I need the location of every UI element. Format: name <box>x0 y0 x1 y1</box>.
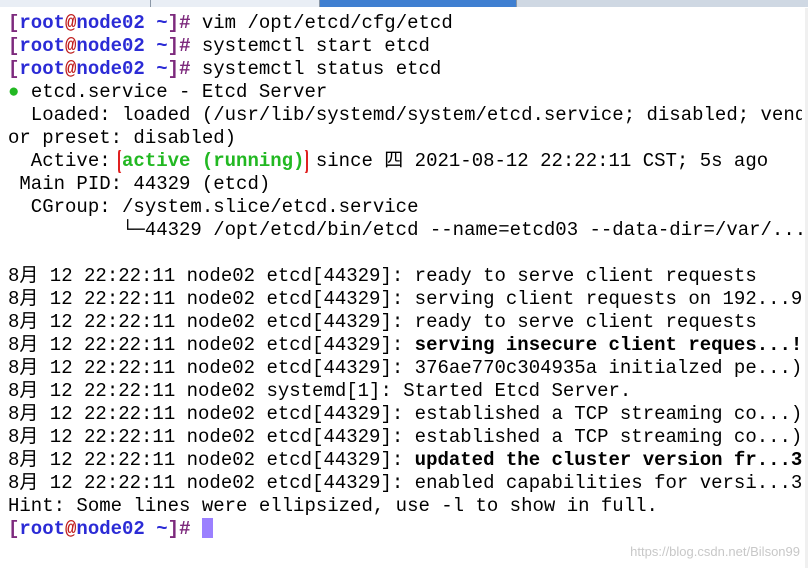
status-dot-icon: ● <box>8 81 20 103</box>
text-cursor <box>201 518 213 538</box>
command-line: [root@node02 ~]# systemctl status etcd <box>8 58 442 80</box>
service-mainpid: Main PID: 44329 (etcd) <box>8 173 271 195</box>
terminal-tab-1[interactable] <box>0 0 151 7</box>
current-prompt-line[interactable]: [root@node02 ~]# <box>8 518 802 541</box>
command-text: vim /opt/etcd/cfg/etcd <box>201 12 453 34</box>
log-line: 8月 12 22:22:11 node02 systemd[1]: Starte… <box>8 380 632 402</box>
log-line: 8月 12 22:22:11 node02 etcd[44329]: enabl… <box>8 472 802 494</box>
command-line: [root@node02 ~]# systemctl start etcd <box>8 35 430 57</box>
command-text: systemctl status etcd <box>201 58 442 80</box>
log-line: 8月 12 22:22:11 node02 etcd[44329]: estab… <box>8 426 802 448</box>
log-line: 8月 12 22:22:11 node02 etcd[44329]: ready… <box>8 311 757 333</box>
log-line: 8月 12 22:22:11 node02 etcd[44329]: ready… <box>8 265 757 287</box>
log-line: 8月 12 22:22:11 node02 etcd[44329]: servi… <box>8 334 802 356</box>
command-line: [root@node02 ~]# vim /opt/etcd/cfg/etcd <box>8 12 453 34</box>
hint-line: Hint: Some lines were ellipsized, use -l… <box>8 495 658 517</box>
service-cgroup: CGroup: /system.slice/etcd.service <box>8 196 419 218</box>
command-text: systemctl start etcd <box>201 35 430 57</box>
terminal-tab-bar <box>0 0 808 7</box>
terminal-tab-active[interactable] <box>320 0 517 7</box>
log-line: 8月 12 22:22:11 node02 etcd[44329]: estab… <box>8 403 802 425</box>
watermark: https://blog.csdn.net/Bilson99 <box>630 544 800 559</box>
active-status-highlight: active (running) <box>118 150 309 173</box>
service-loaded-wrap: or preset: disabled) <box>8 127 237 149</box>
service-active: Active: active (running) since 四 2021-08… <box>8 150 769 173</box>
log-line: 8月 12 22:22:11 node02 etcd[44329]: 376ae… <box>8 357 802 379</box>
log-line: 8月 12 22:22:11 node02 etcd[44329]: updat… <box>8 449 802 471</box>
terminal-tab-2[interactable] <box>151 0 320 7</box>
service-loaded: Loaded: loaded (/usr/lib/systemd/system/… <box>8 104 802 126</box>
log-line: 8月 12 22:22:11 node02 etcd[44329]: servi… <box>8 288 802 310</box>
terminal-output[interactable]: [root@node02 ~]# vim /opt/etcd/cfg/etcd … <box>8 12 802 541</box>
service-cgroup-process: └─44329 /opt/etcd/bin/etcd --name=etcd03… <box>8 219 802 241</box>
service-header: ● etcd.service - Etcd Server <box>8 81 328 103</box>
